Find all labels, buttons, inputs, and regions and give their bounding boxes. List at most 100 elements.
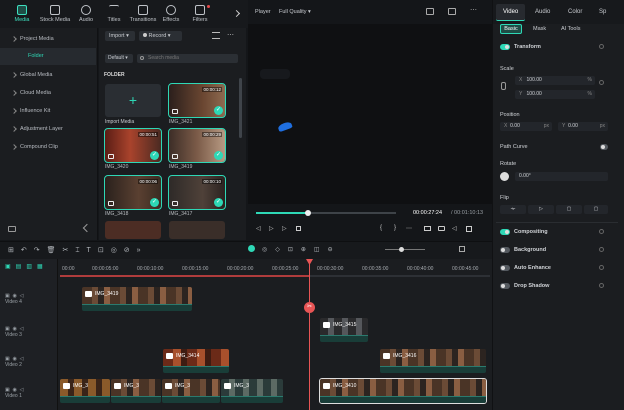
playback-progress-handle[interactable] [304, 210, 311, 216]
timeline-clip[interactable]: IMG_3410 [319, 378, 487, 404]
more-options-icon[interactable]: ⋯ [227, 31, 234, 39]
new-folder-icon[interactable] [8, 226, 16, 232]
filter-icon[interactable] [212, 32, 220, 39]
reset-icon[interactable] [599, 80, 604, 85]
zoom-slider[interactable] [385, 249, 425, 250]
info-icon[interactable] [599, 247, 604, 252]
info-icon[interactable] [599, 229, 604, 234]
transform-toggle[interactable] [500, 44, 510, 50]
fullscreen-icon[interactable] [466, 226, 472, 232]
playhead-split-icon[interactable]: ✂ [304, 302, 315, 313]
mark-out-icon[interactable]: } [394, 225, 396, 231]
rotate-left-button[interactable]: ▢ [556, 205, 582, 214]
collapse-sidebar-icon[interactable] [82, 223, 92, 233]
audio-icon[interactable]: ◁ [452, 225, 457, 232]
media-item[interactable]: 00:00:29 ✓ [168, 128, 226, 163]
media-item[interactable]: 00:00:06 ✓ [104, 175, 162, 210]
toolbar-titles-button[interactable]: Titles [100, 5, 128, 23]
sidebar-item-influence-kit[interactable]: Influence Kit [0, 102, 96, 120]
rotate-right-button[interactable]: ▢ [584, 205, 608, 214]
media-scrollbar[interactable] [239, 78, 242, 138]
media-item[interactable]: 00:00:12 ✓ [168, 83, 226, 118]
timeline-range-selected [60, 275, 310, 277]
background-toggle[interactable] [500, 247, 510, 253]
subtab-basic[interactable]: Basic [500, 24, 522, 34]
playhead-line[interactable] [309, 259, 310, 410]
flip-horizontal-button[interactable]: ⟛ [500, 205, 526, 214]
timeline-clip[interactable]: IMG_3419 [82, 287, 192, 311]
info-icon[interactable] [599, 265, 604, 270]
tab-audio[interactable]: Audio [535, 9, 550, 15]
dropdown-icon[interactable]: ⋯ [406, 225, 412, 232]
position-x-field[interactable]: X 0.00 px [500, 122, 552, 131]
monitor-icon[interactable] [424, 226, 431, 231]
info-icon[interactable] [599, 283, 604, 288]
play-back-icon[interactable]: ▷ [269, 225, 274, 232]
video-icon [323, 383, 330, 389]
timeline-clip[interactable]: IMG_3414 [163, 349, 229, 373]
timeline-clip[interactable]: IMG_3 [162, 379, 220, 403]
prev-frame-icon[interactable]: ◁ [256, 225, 261, 232]
toolbar-transitions-button[interactable]: Transitions [128, 5, 158, 23]
link-icon[interactable] [501, 82, 506, 90]
timeline-clip[interactable]: IMG_3 [221, 379, 283, 403]
snapshot-icon[interactable] [426, 8, 434, 15]
auto-enhance-toggle[interactable] [500, 265, 510, 271]
toolbar-filters-button[interactable]: Filters [186, 5, 214, 23]
tab-color[interactable]: Color [568, 9, 582, 15]
media-item[interactable] [105, 221, 161, 239]
sidebar-item-folder[interactable]: Folder [0, 48, 96, 65]
preview-canvas[interactable] [248, 24, 492, 204]
toolbar-media-button[interactable]: Media [8, 5, 36, 23]
camera-icon[interactable] [438, 226, 445, 231]
timeline-tools-right: ◎◇⊡⊕◫⊖ [262, 247, 341, 253]
sidebar-item-global-media[interactable]: Global Media [0, 66, 96, 84]
flip-vertical-button[interactable]: ▷ [528, 205, 554, 214]
toolbar-audio-button[interactable]: Audio [72, 5, 100, 23]
play-icon[interactable] [248, 245, 255, 252]
zoom-slider-handle[interactable] [399, 247, 404, 252]
video-icon [108, 201, 114, 206]
toolbar-effects-button[interactable]: Effects [157, 5, 185, 23]
sidebar-item-project-media[interactable]: Project Media [0, 30, 96, 48]
timeline-clip[interactable]: IMG_3416 [380, 349, 486, 373]
grid-icon[interactable] [459, 246, 465, 252]
chevron-right-icon[interactable] [232, 9, 241, 18]
scale-y-field[interactable]: Y 100.00% [515, 90, 595, 99]
stop-icon[interactable] [296, 226, 301, 231]
mark-in-icon[interactable]: { [380, 225, 382, 231]
info-icon[interactable] [599, 44, 604, 49]
media-item[interactable]: 00:00:51 ✓ [104, 128, 162, 163]
tab-speed[interactable]: Sp [599, 9, 606, 15]
path-curve-toggle[interactable] [600, 144, 608, 150]
record-dropdown[interactable]: Record ▾ [139, 31, 182, 41]
subtab-mask[interactable]: Mask [533, 26, 546, 32]
playback-progress-track[interactable] [256, 210, 396, 216]
sort-dropdown[interactable]: Default ▾ [105, 54, 133, 63]
play-icon[interactable]: ▷ [282, 225, 287, 232]
sidebar-item-compound-clip[interactable]: Compound Clip [0, 138, 96, 156]
rotate-dial[interactable] [500, 172, 509, 181]
compositing-label: Compositing [514, 229, 548, 235]
position-y-field[interactable]: Y 0.00 px [558, 122, 608, 131]
import-media-tile[interactable]: + [105, 84, 161, 117]
timeline-clip[interactable]: IMG_3415 [320, 318, 368, 342]
auto-enhance-label: Auto Enhance [514, 265, 551, 271]
media-item[interactable] [169, 221, 225, 239]
import-dropdown[interactable]: Import ▾ [105, 31, 135, 41]
rotate-field[interactable]: 0.00° [515, 172, 608, 181]
toolbar-stock-media-button[interactable]: Stock Media [38, 5, 72, 23]
subtab-ai-tools[interactable]: AI Tools [561, 26, 580, 32]
drop-shadow-toggle[interactable] [500, 283, 510, 289]
search-input[interactable]: Search media [137, 54, 238, 63]
timeline-clip[interactable]: IMG_3 [60, 379, 110, 403]
compositing-toggle[interactable] [500, 229, 510, 235]
scale-x-field[interactable]: X 100.00% [515, 76, 595, 85]
timeline-clip[interactable]: IMG_3 [111, 379, 161, 403]
more-options-icon[interactable]: ⋯ [470, 6, 477, 14]
sidebar-item-cloud-media[interactable]: Cloud Media [0, 84, 96, 102]
sidebar-item-adjustment-layer[interactable]: Adjustment Layer [0, 120, 96, 138]
media-item[interactable]: 00:00:10 ✓ [168, 175, 226, 210]
quality-dropdown[interactable]: Full Quality ▾ [279, 9, 311, 15]
display-icon[interactable] [448, 8, 456, 15]
